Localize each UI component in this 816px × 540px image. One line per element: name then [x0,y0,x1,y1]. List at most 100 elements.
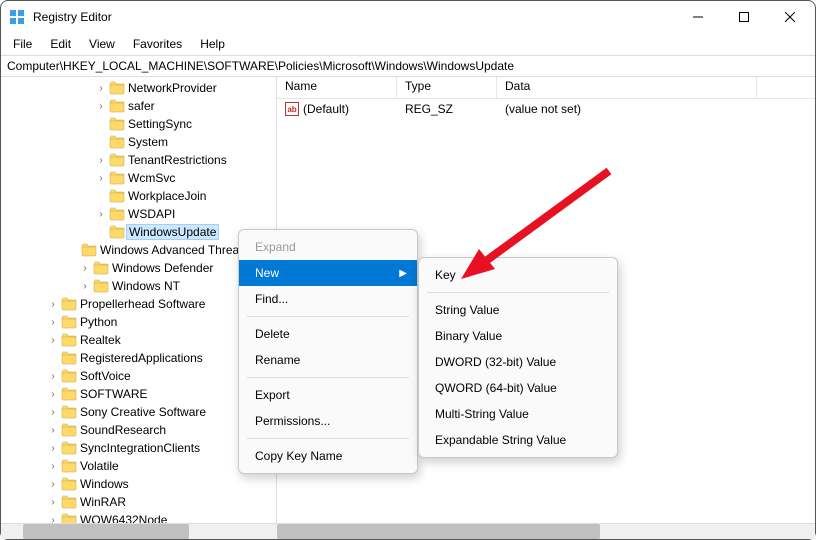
list-row[interactable]: ab(Default)REG_SZ(value not set) [277,99,815,119]
tree-item[interactable]: ›SoftVoice [1,367,276,385]
tree-item[interactable]: ›SyncIntegrationClients [1,439,276,457]
menu-item-qword-64-bit-value[interactable]: QWORD (64-bit) Value [419,375,617,401]
folder-icon [61,441,77,455]
tree-item[interactable]: ›Volatile [1,457,276,475]
menu-file[interactable]: File [5,35,40,53]
tree-item[interactable]: Windows Advanced Threat Protection [1,241,276,259]
chevron-right-icon[interactable]: › [47,316,59,328]
chevron-right-icon[interactable]: › [79,280,91,292]
chevron-right-icon[interactable]: › [79,262,91,274]
tree-item[interactable]: ›Sony Creative Software [1,403,276,421]
menu-item-delete[interactable]: Delete [239,321,417,347]
tree-item-label: WinRAR [80,495,126,509]
column-header[interactable]: Type [397,77,497,98]
column-header[interactable]: Data [497,77,757,98]
chevron-right-icon[interactable]: › [47,370,59,382]
tree-item-label: safer [128,99,155,113]
chevron-right-icon[interactable]: › [95,82,107,94]
column-header[interactable]: Name [277,77,397,98]
context-submenu-new[interactable]: Key String ValueBinary ValueDWORD (32-bit… [418,257,618,458]
tree-item[interactable]: ›Windows [1,475,276,493]
menu-separator [247,377,409,378]
folder-icon [109,135,125,149]
tree-item[interactable]: ›NetworkProvider [1,79,276,97]
tree-item[interactable]: WindowsUpdate [1,223,276,241]
tree-item-label: WorkplaceJoin [128,189,206,203]
value-data: (value not set) [497,102,757,116]
menu-favorites[interactable]: Favorites [125,35,190,53]
folder-icon [61,369,77,383]
folder-icon [109,171,125,185]
folder-icon [61,405,77,419]
tree-item[interactable]: › SOFTWARE [1,385,276,403]
tree-horizontal-scrollbar[interactable] [1,523,277,539]
tree-item-label: Windows Defender [112,261,213,275]
close-button[interactable] [767,2,813,32]
tree-item-label: Windows NT [112,279,180,293]
maximize-button[interactable] [721,2,767,32]
menu-item-multi-string-value[interactable]: Multi-String Value [419,401,617,427]
menu-edit[interactable]: Edit [42,35,79,53]
menu-item-rename[interactable]: Rename [239,347,417,373]
tree-item-label: RegisteredApplications [80,351,203,365]
tree-item[interactable]: ›TenantRestrictions [1,151,276,169]
tree-item[interactable]: System [1,133,276,151]
tree-item[interactable]: RegisteredApplications [1,349,276,367]
menu-item-expandable-string-value[interactable]: Expandable String Value [419,427,617,453]
menu-item-export[interactable]: Export [239,382,417,408]
menu-item-key[interactable]: Key [419,262,617,288]
tree-item[interactable]: › Windows NT [1,277,276,295]
context-menu[interactable]: ExpandNew▶Find...DeleteRenameExportPermi… [238,229,418,474]
chevron-right-icon[interactable]: › [47,388,59,400]
tree-item-label: SOFTWARE [80,387,148,401]
folder-icon [61,477,77,491]
tree-item[interactable]: ›SoundResearch [1,421,276,439]
tree-item[interactable]: WorkplaceJoin [1,187,276,205]
tree-item[interactable]: ›WSDAPI [1,205,276,223]
list-horizontal-scrollbar[interactable] [277,523,815,539]
address-bar [1,55,815,77]
folder-icon [109,99,125,113]
menu-item-string-value[interactable]: String Value [419,297,617,323]
chevron-right-icon[interactable]: › [95,172,107,184]
chevron-right-icon[interactable]: › [95,208,107,220]
chevron-right-icon[interactable]: › [47,460,59,472]
chevron-right-icon[interactable]: › [47,424,59,436]
folder-icon [61,495,77,509]
tree-pane[interactable]: ›NetworkProvider›saferSettingSyncSystem›… [1,77,277,539]
tree-item[interactable]: › Propellerhead Software [1,295,276,313]
tree-item[interactable]: › Realtek [1,331,276,349]
value-name: (Default) [303,102,349,116]
chevron-right-icon[interactable]: › [47,478,59,490]
menu-item-new[interactable]: New▶ [239,260,417,286]
chevron-right-icon[interactable]: › [95,100,107,112]
tree-item[interactable]: ›Python [1,313,276,331]
tree-item-label: Propellerhead Software [80,297,205,311]
chevron-right-icon[interactable]: › [47,298,59,310]
menu-item-copy-key-name[interactable]: Copy Key Name [239,443,417,469]
menu-view[interactable]: View [81,35,123,53]
chevron-none [95,190,107,202]
minimize-button[interactable] [675,2,721,32]
chevron-right-icon[interactable]: › [47,496,59,508]
folder-icon [61,315,77,329]
tree-item-label: Realtek [80,333,121,347]
menu-help[interactable]: Help [192,35,233,53]
chevron-right-icon[interactable]: › [95,154,107,166]
menu-item-find[interactable]: Find... [239,286,417,312]
list-header: NameTypeData [277,77,815,99]
window-title: Registry Editor [33,10,675,24]
tree-item[interactable]: SettingSync [1,115,276,133]
tree-item[interactable]: ›WcmSvc [1,169,276,187]
chevron-right-icon[interactable]: › [47,334,59,346]
chevron-right-icon[interactable]: › [47,442,59,454]
tree-item[interactable]: › safer [1,97,276,115]
menu-item-binary-value[interactable]: Binary Value [419,323,617,349]
chevron-right-icon[interactable]: › [47,406,59,418]
tree-item[interactable]: › WinRAR [1,493,276,511]
tree-item[interactable]: › Windows Defender [1,259,276,277]
address-input[interactable] [7,59,809,73]
menu-item-permissions[interactable]: Permissions... [239,408,417,434]
folder-icon [109,207,125,221]
menu-item-dword-32-bit-value[interactable]: DWORD (32-bit) Value [419,349,617,375]
